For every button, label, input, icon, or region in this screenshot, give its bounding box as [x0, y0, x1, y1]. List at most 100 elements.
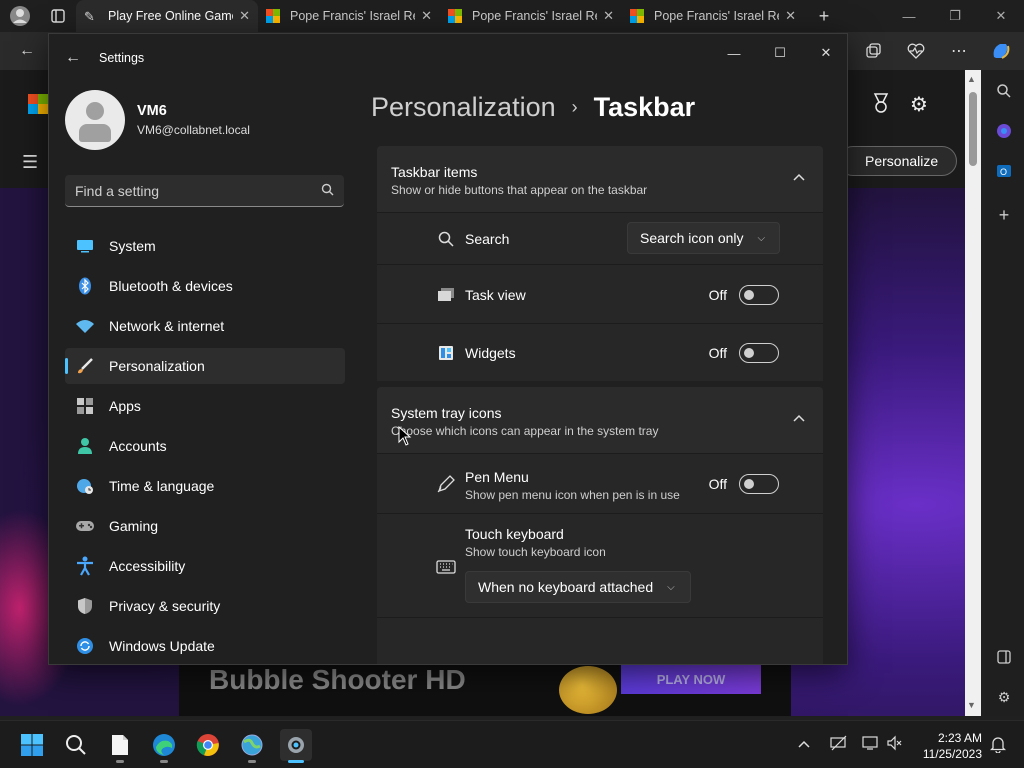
task-view-row: Task view Off: [377, 264, 823, 323]
nav-label: Personalization: [109, 358, 205, 374]
nav-label: Bluetooth & devices: [109, 278, 233, 294]
search-icon[interactable]: [321, 183, 334, 199]
minimize-button[interactable]: —: [711, 40, 757, 66]
user-profile[interactable]: VM6 VM6@collabnet.local: [65, 90, 250, 150]
sidebar-search-icon[interactable]: [993, 80, 1015, 102]
chevron-down-icon: ⌵: [757, 232, 766, 244]
nav-item-windows-update[interactable]: Windows Update: [65, 628, 345, 664]
pen-menu-row: Pen Menu Show pen menu icon when pen is …: [377, 453, 823, 513]
nav-item-system[interactable]: System: [65, 228, 345, 264]
brush-icon: [75, 356, 95, 376]
close-tab-icon[interactable]: ✕: [603, 8, 614, 24]
rewards-icon[interactable]: [870, 92, 892, 120]
page-scrollbar[interactable]: ▲ ▼: [965, 70, 981, 716]
collections-icon[interactable]: [860, 38, 886, 64]
performance-icon[interactable]: [903, 38, 929, 64]
browser-close-button[interactable]: ✕: [978, 0, 1024, 32]
nav-item-accounts[interactable]: Accounts: [65, 428, 345, 464]
nav-item-network[interactable]: Network & internet: [65, 308, 345, 344]
touch-keyboard-dropdown[interactable]: When no keyboard attached ⌵: [465, 571, 691, 603]
widgets-toggle[interactable]: [739, 343, 779, 363]
chrome-browser-button[interactable]: [192, 729, 224, 761]
nav-item-time-language[interactable]: Time & language: [65, 468, 345, 504]
hide-sidebar-icon[interactable]: [993, 646, 1015, 668]
browser-tab-news-1[interactable]: Pope Francis' Israel Re ✕: [258, 0, 440, 32]
taskbar-search-button[interactable]: [60, 729, 92, 761]
tab-actions-icon[interactable]: [44, 2, 72, 30]
play-now-button[interactable]: PLAY NOW: [621, 664, 761, 694]
scroll-up-icon[interactable]: ▲: [967, 74, 976, 84]
browser-tab-news-2[interactable]: Pope Francis' Israel Re ✕: [440, 0, 622, 32]
task-view-toggle[interactable]: [739, 285, 779, 305]
profile-icon[interactable]: [6, 2, 34, 30]
nav-item-gaming[interactable]: Gaming: [65, 508, 345, 544]
more-options-icon[interactable]: ⋯: [946, 38, 972, 64]
scrollbar-thumb[interactable]: [969, 92, 977, 166]
add-sidebar-app-icon[interactable]: +: [993, 204, 1015, 226]
user-email: VM6@collabnet.local: [137, 123, 250, 137]
tab-title: Play Free Online Games: [108, 9, 234, 23]
nav-item-accessibility[interactable]: Accessibility: [65, 548, 345, 584]
page-title: Taskbar: [593, 92, 696, 122]
breadcrumb-parent[interactable]: Personalization: [371, 92, 556, 123]
back-arrow-icon[interactable]: ←: [63, 48, 83, 68]
chevron-up-icon[interactable]: [793, 409, 805, 425]
scroll-down-icon[interactable]: ▼: [967, 700, 976, 710]
tab-title: Pope Francis' Israel Re: [654, 9, 780, 23]
nav-item-privacy[interactable]: Privacy & security: [65, 588, 345, 624]
browser-tab-news-3[interactable]: Pope Francis' Israel Re ✕: [622, 0, 804, 32]
personalize-button[interactable]: Personalize: [838, 146, 958, 176]
chevron-up-icon[interactable]: [793, 168, 805, 184]
avatar: [65, 90, 125, 150]
browser-tab-games[interactable]: ✎ Play Free Online Games ✕: [76, 0, 258, 32]
search-mode-dropdown[interactable]: Search icon only ⌵: [627, 222, 780, 254]
tab-title: Pope Francis' Israel Re: [290, 9, 416, 23]
browser-minimize-button[interactable]: —: [886, 0, 932, 32]
nav-label: Apps: [109, 398, 141, 414]
copilot-icon[interactable]: [988, 38, 1014, 64]
copilot-sidebar-icon[interactable]: [993, 120, 1015, 142]
nav-item-personalization[interactable]: Personalization: [65, 348, 345, 384]
network-globe-app-button[interactable]: [236, 729, 268, 763]
next-row-partial: [377, 617, 823, 664]
close-button[interactable]: ✕: [803, 40, 847, 66]
nav-item-bluetooth[interactable]: Bluetooth & devices: [65, 268, 345, 304]
section-subtitle: Choose which icons can appear in the sys…: [391, 424, 659, 438]
outlook-icon[interactable]: O: [993, 160, 1015, 182]
pen-menu-toggle[interactable]: [739, 474, 779, 494]
hamburger-menu-icon[interactable]: ☰: [22, 152, 38, 173]
new-tab-icon[interactable]: +: [810, 2, 838, 30]
close-tab-icon[interactable]: ✕: [239, 8, 250, 24]
maximize-button[interactable]: ☐: [757, 40, 803, 66]
window-title: Settings: [99, 51, 145, 65]
volume-muted-icon[interactable]: [886, 735, 902, 754]
search-input[interactable]: [75, 182, 321, 199]
notification-bell-icon[interactable]: [989, 735, 1007, 756]
monitor-icon: [75, 236, 95, 256]
taskbar-items-header[interactable]: Taskbar items Show or hide buttons that …: [377, 146, 823, 212]
taskbar-clock[interactable]: 2:23 AM 11/25/2023: [916, 730, 982, 762]
display-icon[interactable]: [862, 735, 878, 754]
start-button[interactable]: [16, 729, 48, 761]
tab-title: Pope Francis' Israel Re: [472, 9, 598, 23]
user-name: VM6: [137, 103, 167, 119]
browser-restore-button[interactable]: ❐: [932, 0, 978, 32]
sidebar-settings-icon[interactable]: ⚙: [993, 686, 1015, 708]
nav-item-apps[interactable]: Apps: [65, 388, 345, 424]
settings-content: Taskbar items Show or hide buttons that …: [377, 146, 823, 664]
microsoft-favicon-icon: [266, 9, 280, 23]
settings-app-button[interactable]: [280, 729, 312, 763]
find-setting-box[interactable]: [65, 175, 344, 207]
close-tab-icon[interactable]: ✕: [421, 8, 432, 24]
game-ad-banner[interactable]: Bubble Shooter HD PLAY NOW: [179, 664, 791, 716]
close-tab-icon[interactable]: ✕: [785, 8, 796, 24]
widgets-icon: [435, 342, 457, 364]
back-arrow-icon[interactable]: ←: [14, 38, 40, 64]
edge-browser-button[interactable]: [148, 729, 180, 763]
game-title: Bubble Shooter HD: [209, 664, 466, 695]
site-settings-gear-icon[interactable]: ⚙: [910, 92, 928, 117]
system-tray-header[interactable]: System tray icons Choose which icons can…: [377, 387, 823, 453]
show-hidden-icons-chevron-up-icon[interactable]: [798, 735, 810, 751]
network-disconnected-icon[interactable]: [830, 735, 848, 754]
file-app-button[interactable]: [104, 729, 136, 763]
